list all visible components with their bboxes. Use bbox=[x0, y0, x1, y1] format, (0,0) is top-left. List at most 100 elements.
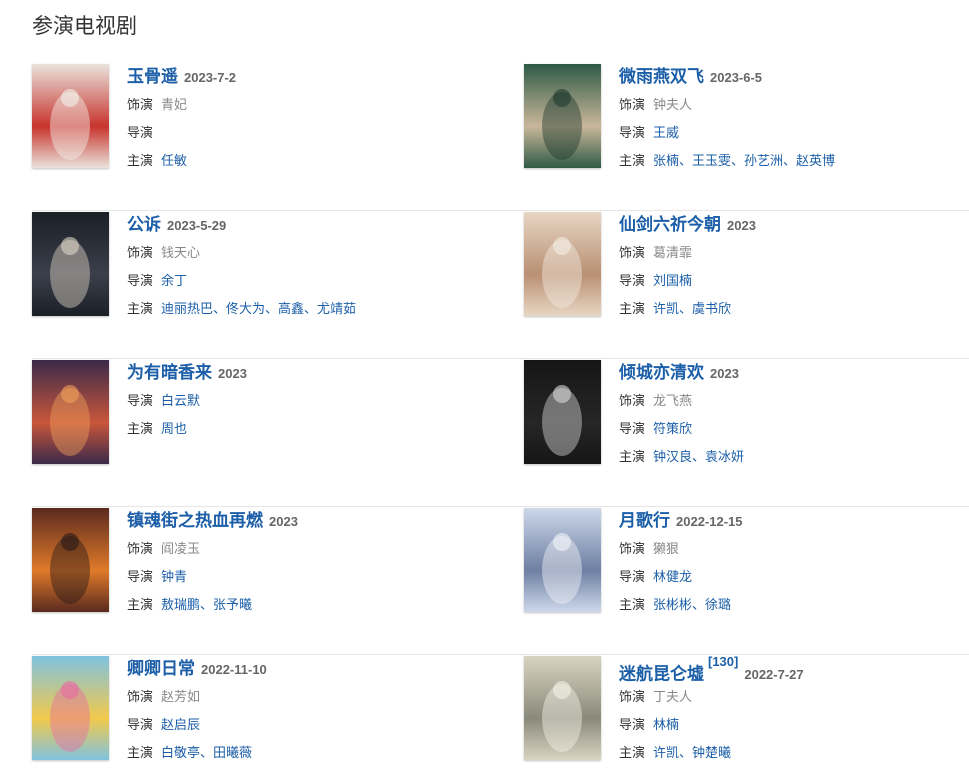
series-date: 2023-5-29 bbox=[167, 218, 227, 233]
series-field-director: 主演 周也 bbox=[127, 415, 487, 443]
series-poster-image[interactable] bbox=[32, 656, 109, 760]
series-card: 公诉 2023-5-29 饰演 钱天心 导演 余丁 主演 迪丽热巴、佟大为、高鑫、尤靖茹 bbox=[32, 211, 482, 359]
series-poster-image[interactable] bbox=[524, 212, 601, 316]
section-title: 参演电视剧 bbox=[32, 15, 137, 38]
series-field-cast: 主演 白敬亭、田曦薇 bbox=[127, 739, 487, 767]
series-title-link[interactable]: 玉骨遥 bbox=[127, 67, 178, 86]
series-field-director: 导演 符策欣 bbox=[619, 415, 969, 443]
field-value-cast[interactable]: 任敏 bbox=[161, 153, 187, 168]
field-value-director[interactable]: 钟青 bbox=[161, 569, 187, 584]
series-poster-image[interactable] bbox=[32, 360, 109, 464]
series-field-director: 导演 王威 bbox=[619, 119, 969, 147]
series-field-role: 饰演 葛清霏 bbox=[619, 239, 969, 267]
series-row: 卿卿日常 2022-11-10 饰演 赵芳如 导演 赵启辰 主演 白敬亭、田曦薇 迷航昆仑墟[1… bbox=[32, 654, 969, 778]
series-title-line: 卿卿日常 2022-11-10 bbox=[127, 655, 487, 683]
series-title-link[interactable]: 镇魂街之热血再燃 bbox=[127, 511, 263, 530]
series-title-link[interactable]: 月歌行 bbox=[619, 511, 670, 530]
series-field-cast: 主演 许凯、虞书欣 bbox=[619, 295, 969, 323]
field-value-director[interactable]: 林楠 bbox=[653, 717, 679, 732]
series-poster-image[interactable] bbox=[32, 212, 109, 316]
series-title-link[interactable]: 卿卿日常 bbox=[127, 659, 195, 678]
series-date: 2022-7-27 bbox=[744, 667, 804, 683]
series-date: 2022-12-15 bbox=[676, 514, 743, 529]
field-value-cast[interactable]: 钟汉良、袁冰妍 bbox=[653, 449, 744, 464]
series-row: 为有暗香来 2023 导演 白云默 主演 周也 倾城亦清欢 2023 饰演 龙飞燕 导演 符策欣 主演钟… bbox=[32, 359, 969, 507]
series-date: 2023 bbox=[269, 514, 298, 529]
field-value-cast[interactable]: 白敬亭、田曦薇 bbox=[161, 745, 252, 760]
series-field-director: 导演 赵启辰 bbox=[127, 711, 487, 739]
series-title-link[interactable]: 公诉 bbox=[127, 215, 161, 234]
series-date: 2023 bbox=[727, 218, 756, 233]
field-value-director[interactable]: 符策欣 bbox=[653, 421, 692, 436]
series-poster-image[interactable] bbox=[524, 64, 601, 168]
field-label: 导演 bbox=[127, 273, 154, 288]
series-date: 2023-6-5 bbox=[710, 70, 763, 85]
reference-link[interactable]: [130] bbox=[708, 654, 738, 669]
field-label: 主演 bbox=[127, 153, 154, 168]
field-value-director[interactable]: 王威 bbox=[653, 125, 679, 140]
field-label: 饰演 bbox=[619, 393, 646, 408]
field-label: 导演 bbox=[127, 717, 154, 732]
field-label: 导演 bbox=[127, 393, 154, 408]
series-title-line: 公诉 2023-5-29 bbox=[127, 211, 487, 239]
field-label: 导演 bbox=[619, 421, 646, 436]
series-title-link[interactable]: 迷航昆仑墟 bbox=[619, 664, 704, 683]
series-title-link[interactable]: 倾城亦清欢 bbox=[619, 363, 704, 382]
series-field-director: 导演 林健龙 bbox=[619, 563, 969, 591]
series-title-line: 玉骨遥 2023-7-2 bbox=[127, 63, 487, 91]
tv-series-grid: 玉骨遥 2023-7-2 饰演 青妃 导演 主演 任敏 微雨燕双飞 2023-6-5 饰演 钟夫人导… bbox=[32, 63, 969, 778]
field-value-director[interactable]: 林健龙 bbox=[653, 569, 692, 584]
series-field-cast: 主演 张楠、王玉雯、孙艺洲、赵英博 bbox=[619, 147, 969, 175]
series-card: 仙剑六祈今朝 2023 饰演 葛清霏 导演 刘国楠 主演 许凯、虞书欣 bbox=[524, 211, 969, 359]
series-info: 镇魂街之热血再燃 2023 饰演 阎凌玉 导演 钟青 主演 敖瑞鹏、张予曦 bbox=[127, 507, 487, 619]
series-poster-image[interactable] bbox=[32, 64, 109, 168]
series-title-line: 镇魂街之热血再燃 2023 bbox=[127, 507, 487, 535]
series-info: 玉骨遥 2023-7-2 饰演 青妃 导演 主演 任敏 bbox=[127, 63, 487, 175]
series-field-director: 导演 刘国楠 bbox=[619, 267, 969, 295]
field-label: 导演 bbox=[127, 569, 154, 584]
field-label: 导演 bbox=[619, 125, 646, 140]
series-field-role: 饰演 龙飞燕 bbox=[619, 387, 969, 415]
field-value-cast[interactable]: 许凯、钟楚曦 bbox=[653, 745, 731, 760]
series-card: 迷航昆仑墟[130]2022-7-27 饰演 丁夫人 导演 林楠 主演 许凯、钟楚曦 bbox=[524, 654, 969, 778]
field-value-role: 阎凌玉 bbox=[161, 541, 201, 556]
series-info: 微雨燕双飞 2023-6-5 饰演 钟夫人 导演 王威 主演 张楠、王玉雯、孙艺洲、赵英博 bbox=[619, 63, 969, 175]
series-field-cast: 主演 任敏 bbox=[127, 147, 487, 175]
field-value-role: 钟夫人 bbox=[653, 97, 693, 112]
field-label: 饰演 bbox=[127, 245, 154, 260]
series-card: 镇魂街之热血再燃 2023 饰演 阎凌玉 导演 钟青 主演 敖瑞鹏、张予曦 bbox=[32, 507, 482, 655]
series-date: 2023 bbox=[710, 366, 739, 381]
series-poster-image[interactable] bbox=[524, 656, 601, 760]
series-date: 2022-11-10 bbox=[201, 662, 267, 677]
series-title-link[interactable]: 仙剑六祈今朝 bbox=[619, 215, 721, 234]
field-value-cast[interactable]: 迪丽热巴、佟大为、高鑫、尤靖茹 bbox=[161, 301, 356, 316]
series-poster-image[interactable] bbox=[524, 508, 601, 612]
series-field-cast: 主演 张彬彬、徐璐 bbox=[619, 591, 969, 619]
series-info: 为有暗香来 2023 导演 白云默 主演 周也 bbox=[127, 359, 487, 443]
field-value-cast[interactable]: 张楠、王玉雯、孙艺洲、赵英博 bbox=[653, 153, 835, 168]
field-value-cast[interactable]: 张彬彬、徐璐 bbox=[653, 597, 731, 612]
field-value-cast[interactable]: 敖瑞鹏、张予曦 bbox=[161, 597, 252, 612]
field-label: 主演 bbox=[619, 301, 646, 316]
series-field-role: 饰演 丁夫人 bbox=[619, 683, 969, 711]
field-value-director[interactable]: 赵启辰 bbox=[161, 717, 200, 732]
series-field-role: 饰演 獭狠 bbox=[619, 535, 969, 563]
field-value-director[interactable]: 刘国楠 bbox=[653, 273, 692, 288]
series-title-link[interactable]: 为有暗香来 bbox=[127, 363, 212, 382]
series-row: 公诉 2023-5-29 饰演 钱天心 导演 余丁 主演 迪丽热巴、佟大为、高鑫、尤靖茹 仙剑六… bbox=[32, 211, 969, 359]
field-value-role: 葛清霏 bbox=[653, 245, 693, 260]
series-poster-image[interactable] bbox=[32, 508, 109, 612]
field-value-director[interactable]: 余丁 bbox=[161, 273, 187, 288]
field-value-role: 赵芳如 bbox=[161, 689, 201, 704]
series-poster-image[interactable] bbox=[524, 360, 601, 464]
field-value-role: 龙飞燕 bbox=[653, 393, 693, 408]
series-title-line: 倾城亦清欢 2023 bbox=[619, 359, 969, 387]
field-value-cast[interactable]: 许凯、虞书欣 bbox=[653, 301, 731, 316]
series-title-link[interactable]: 微雨燕双飞 bbox=[619, 67, 704, 86]
series-field-cast: 主演 敖瑞鹏、张予曦 bbox=[127, 591, 487, 619]
series-card: 微雨燕双飞 2023-6-5 饰演 钟夫人 导演 王威 主演 张楠、王玉雯、孙艺洲、赵英博 bbox=[524, 63, 969, 211]
field-label: 主演 bbox=[127, 421, 154, 436]
field-value-director[interactable]: 周也 bbox=[161, 421, 187, 436]
field-value-role[interactable]: 白云默 bbox=[161, 393, 200, 408]
series-info: 卿卿日常 2022-11-10 饰演 赵芳如 导演 赵启辰 主演 白敬亭、田曦薇 bbox=[127, 655, 487, 767]
